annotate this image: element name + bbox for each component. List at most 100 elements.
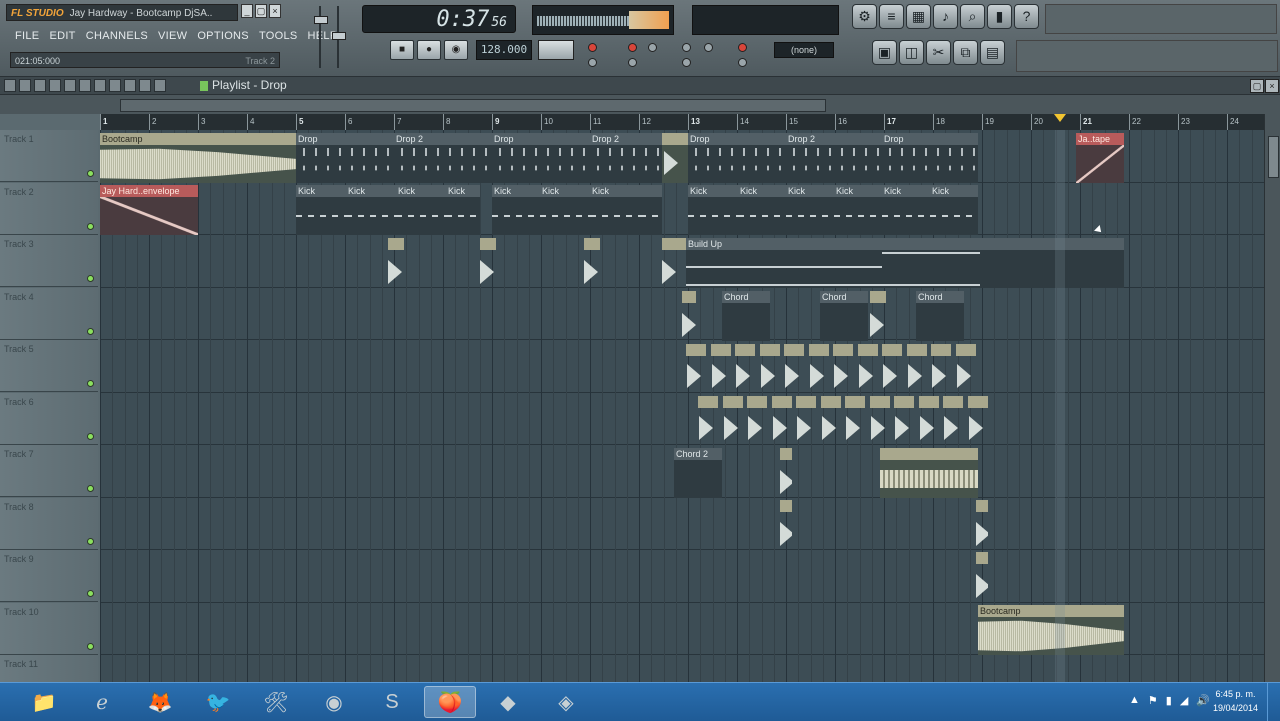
- led-8[interactable]: [628, 58, 637, 67]
- pattern-selector-button[interactable]: [538, 40, 574, 60]
- clip-audio-hit[interactable]: [723, 396, 743, 444]
- paste-icon[interactable]: ▤: [980, 40, 1005, 65]
- clip-audio-hit[interactable]: [809, 344, 829, 392]
- led-1[interactable]: [588, 43, 597, 52]
- tool-delete-icon[interactable]: [64, 79, 76, 92]
- playlist-title[interactable]: Playlist - Drop: [200, 77, 287, 94]
- clip-kick[interactable]: Kick: [446, 185, 480, 235]
- clip-drop-2[interactable]: Drop 2: [590, 133, 662, 183]
- clip-audio-hit[interactable]: [698, 396, 718, 444]
- clip-bootcamp-audio[interactable]: Bootcamp: [100, 133, 296, 183]
- clip-kick[interactable]: Kick: [346, 185, 396, 235]
- track-header[interactable]: Track 6: [0, 393, 98, 445]
- piano-roll-icon[interactable]: ♪: [933, 4, 958, 29]
- clip-jay-tape-automation[interactable]: Ja..tape: [1076, 133, 1124, 183]
- copy-icon[interactable]: ⧉: [953, 40, 978, 65]
- clip-audio-riser[interactable]: [880, 448, 978, 498]
- clip-audio-hit[interactable]: [662, 238, 686, 288]
- tempo-display[interactable]: 128.000: [476, 40, 532, 60]
- clip-kick[interactable]: Kick: [834, 185, 882, 235]
- skype-icon[interactable]: S: [366, 686, 418, 718]
- bird-icon[interactable]: 🐦: [192, 686, 244, 718]
- clip-audio-hit[interactable]: [845, 396, 865, 444]
- tool-select-icon[interactable]: [124, 79, 136, 92]
- clip-kick[interactable]: [640, 185, 662, 235]
- clip-audio-hit[interactable]: [943, 396, 963, 444]
- led-2[interactable]: [628, 43, 637, 52]
- system-clock[interactable]: 6:45 p. m. 19/04/2014: [1213, 687, 1258, 715]
- show-desktop-button[interactable]: [1267, 683, 1280, 721]
- track-header[interactable]: Track 2: [0, 183, 98, 235]
- clip-audio-hit[interactable]: [784, 344, 804, 392]
- clip-audio-hit[interactable]: [931, 344, 951, 392]
- master-volume-fader[interactable]: [319, 6, 321, 68]
- clip-kick[interactable]: Kick: [396, 185, 446, 235]
- clip-audio-hit[interactable]: [711, 344, 731, 392]
- browser-icon[interactable]: ⌕: [960, 4, 985, 29]
- clip-jay-envelope-automation[interactable]: Jay Hard..envelope: [100, 185, 198, 235]
- explorer-icon[interactable]: 📁: [18, 686, 70, 718]
- track-header[interactable]: Track 8: [0, 498, 98, 550]
- plugin-icon[interactable]: ▮: [987, 4, 1012, 29]
- tray-arrow-icon[interactable]: ▲: [1129, 694, 1140, 707]
- tool-paint-icon[interactable]: [49, 79, 61, 92]
- render-icon[interactable]: ◫: [899, 40, 924, 65]
- track-enable-led[interactable]: [87, 643, 94, 650]
- clip-audio-hit[interactable]: [956, 344, 976, 392]
- tray-usb-icon[interactable]: ▮: [1166, 694, 1172, 707]
- clip-kick[interactable]: Kick: [738, 185, 786, 235]
- vertical-scrollbar[interactable]: [1264, 114, 1280, 682]
- track-enable-led[interactable]: [87, 275, 94, 282]
- track-header[interactable]: Track 10: [0, 603, 98, 655]
- track-header[interactable]: Track 5: [0, 340, 98, 392]
- timeline-ruler[interactable]: 123456789101112131415161718192021222324: [100, 114, 1264, 130]
- playhead-marker-icon[interactable]: [1054, 114, 1066, 122]
- tray-network-icon[interactable]: ◢: [1180, 694, 1188, 707]
- scroll-thumb[interactable]: [1268, 136, 1279, 178]
- menu-view[interactable]: VIEW: [153, 28, 192, 45]
- tray-flag-icon[interactable]: ⚑: [1148, 694, 1158, 707]
- tool-slice-icon[interactable]: [109, 79, 121, 92]
- settings-icon[interactable]: ⚙: [852, 4, 877, 29]
- clip-audio-hit[interactable]: [796, 396, 816, 444]
- app2-icon[interactable]: ◈: [540, 686, 592, 718]
- fl-studio-icon[interactable]: 🍑: [424, 686, 476, 718]
- clip-kick[interactable]: Kick: [688, 185, 738, 235]
- tool-zoom-icon[interactable]: [139, 79, 151, 92]
- clip-drop-2[interactable]: Drop 2: [394, 133, 492, 183]
- tools-icon[interactable]: 🛠: [250, 686, 302, 718]
- clip-drop[interactable]: Drop: [882, 133, 978, 183]
- track-enable-led[interactable]: [87, 538, 94, 545]
- save-icon[interactable]: ▣: [872, 40, 897, 65]
- time-display[interactable]: 0:3756: [362, 5, 516, 33]
- led-5[interactable]: [704, 43, 713, 52]
- track-enable-led[interactable]: [87, 328, 94, 335]
- track-enable-led[interactable]: [87, 223, 94, 230]
- clip-audio-hit[interactable]: [882, 344, 902, 392]
- clip-audio-hit[interactable]: [388, 238, 404, 288]
- pattern-song-toggle[interactable]: ■: [390, 40, 414, 60]
- clip-audio-hit[interactable]: [821, 396, 841, 444]
- tool-play-icon[interactable]: [154, 79, 166, 92]
- track-enable-led[interactable]: [87, 170, 94, 177]
- app-icon[interactable]: ◆: [482, 686, 534, 718]
- clip-drop[interactable]: Drop: [492, 133, 590, 183]
- tool-menu-icon[interactable]: [4, 79, 16, 92]
- tool-magnet-icon[interactable]: [19, 79, 31, 92]
- record-button[interactable]: ◉: [444, 40, 468, 60]
- maximize-button[interactable]: ▢: [255, 4, 267, 18]
- clip-audio-hit[interactable]: [870, 396, 890, 444]
- track-header[interactable]: Track 7: [0, 445, 98, 497]
- ie-icon[interactable]: ℯ: [76, 686, 128, 718]
- clip-audio-hit[interactable]: [976, 552, 988, 602]
- mixer-icon[interactable]: ≡: [879, 4, 904, 29]
- clip-audio-hit[interactable]: [894, 396, 914, 444]
- clip-audio-hit[interactable]: [870, 291, 886, 341]
- horizontal-scrollbar[interactable]: [120, 99, 826, 112]
- clip-audio-hit[interactable]: [772, 396, 792, 444]
- clip-drop-2[interactable]: Drop 2: [786, 133, 882, 183]
- minimize-button[interactable]: _: [241, 4, 253, 18]
- menu-tools[interactable]: TOOLS: [254, 28, 303, 45]
- cut-icon[interactable]: ✂: [926, 40, 951, 65]
- menu-edit[interactable]: EDIT: [44, 28, 80, 45]
